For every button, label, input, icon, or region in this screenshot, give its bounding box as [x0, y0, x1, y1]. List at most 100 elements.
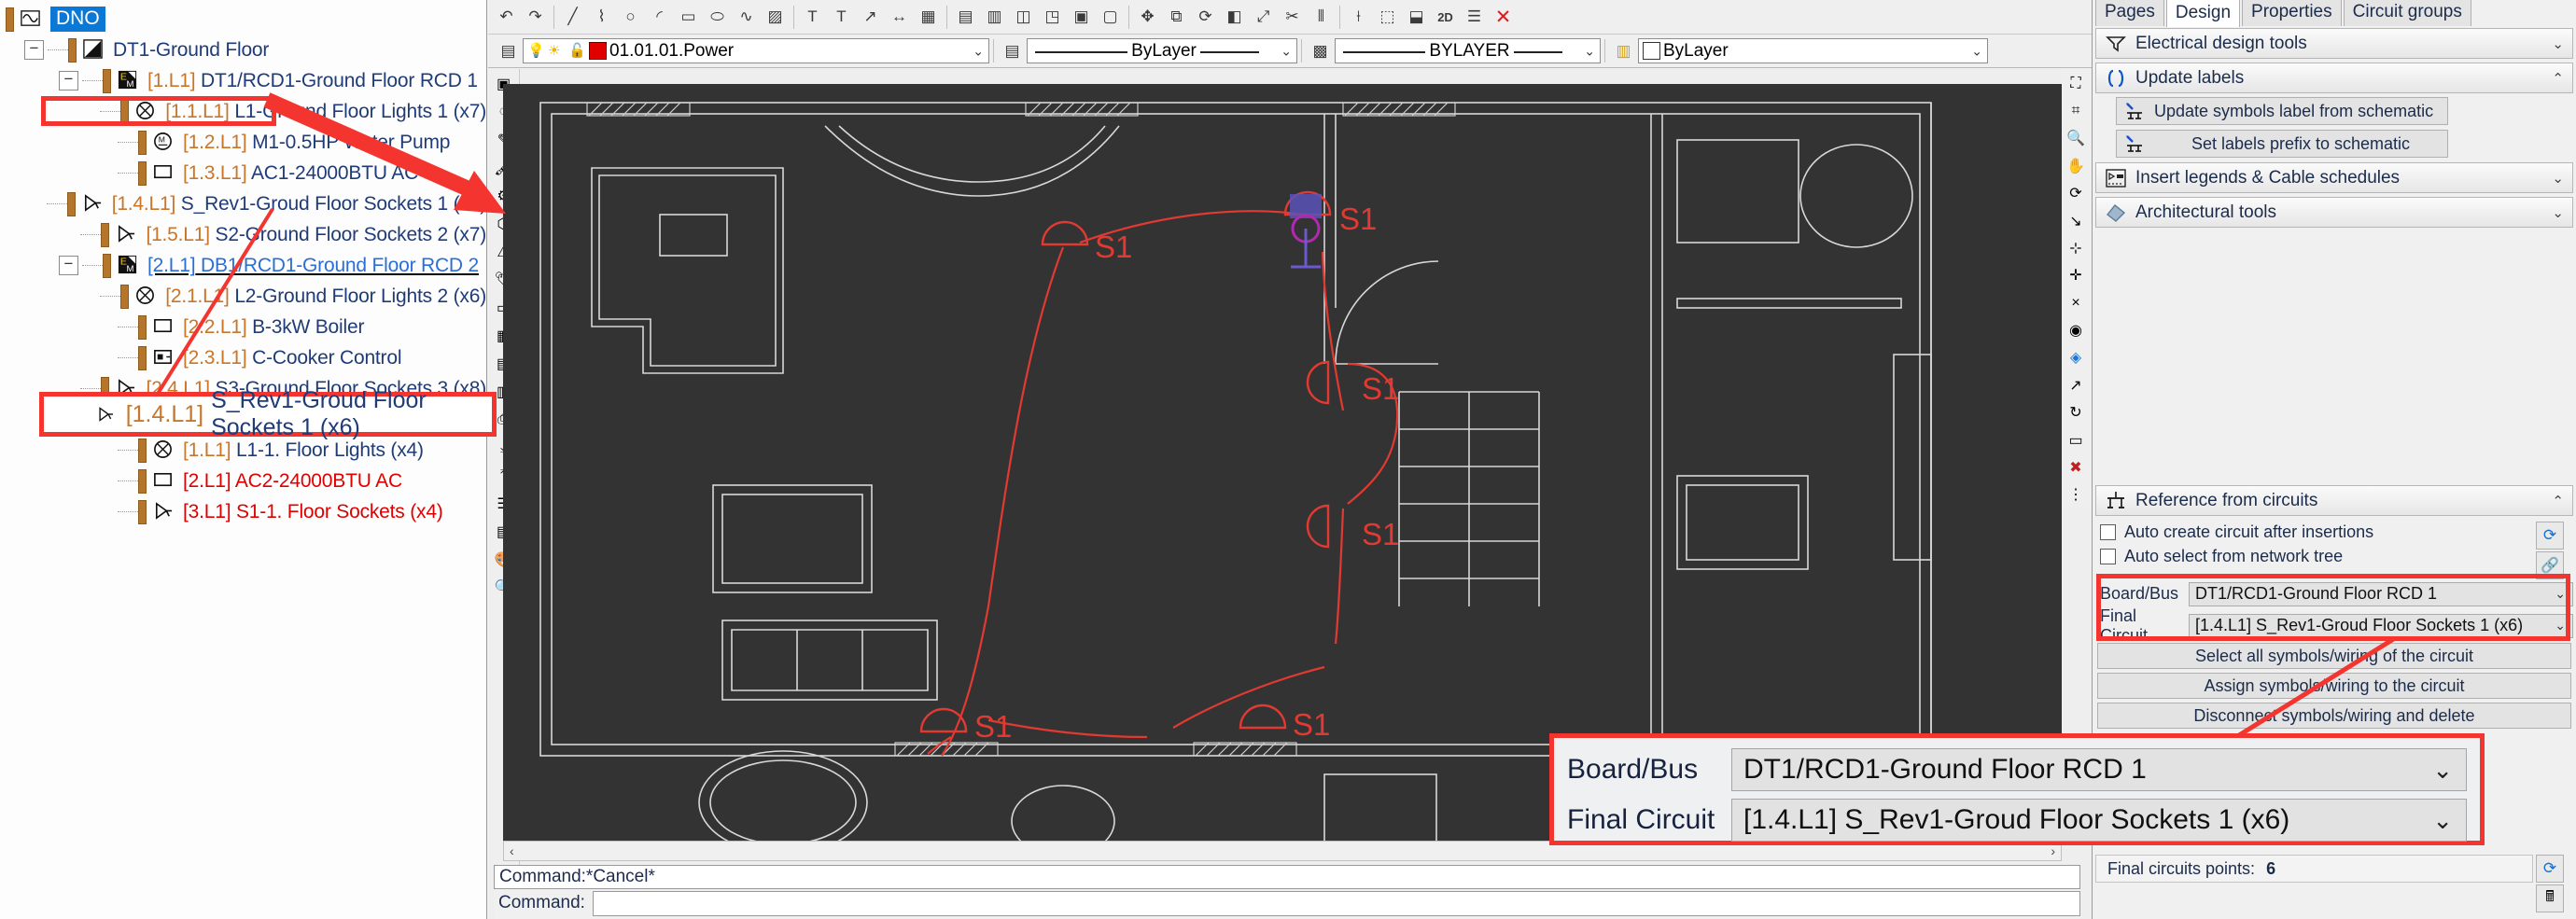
section-electrical-design-tools[interactable]: Electrical design tools ⌄ [2095, 28, 2573, 59]
undo-icon[interactable]: ↶ [492, 3, 521, 32]
section-update-labels[interactable]: Update labels ⌃ [2095, 63, 2573, 93]
zoom-in-icon[interactable]: 🔍 [2063, 126, 2090, 151]
tab-design[interactable]: Design [2165, 0, 2241, 27]
tree-item--2-1-l1-[interactable]: [2.1.L1] L2-Ground Floor Lights 2 (x6) [0, 281, 486, 312]
auto-create-circuit-row[interactable]: Auto create circuit after insertions [2095, 520, 2536, 544]
command-area[interactable]: Command:*Cancel* Command: [494, 865, 2080, 919]
tree-root-dno[interactable]: DNO [0, 4, 486, 35]
pan-icon[interactable]: ✋ [2063, 153, 2090, 178]
line-icon[interactable]: ╱ [558, 3, 587, 32]
tree-item--1-2-l1-[interactable]: M [1.2.L1] M1-0.5HP Water Pump [0, 127, 486, 158]
spline-icon[interactable]: ∿ [732, 3, 761, 32]
cad-drawing-area[interactable]: ↶ ↷ ╱ ⌇ ○ ◜ ▭ ⬭ ∿ ▨ T T ↗ ↔ ▦ ▤ ▥ ◫ ◳ ▣ … [488, 0, 2092, 919]
final-circuit-row[interactable]: Final Circuit [1.4.L1] S_Rev1-Groud Floo… [2095, 606, 2573, 645]
scale-icon[interactable]: ⤢ [1249, 3, 1278, 32]
tree-item--2-l1-[interactable]: EM [2.L1] DB1/RCD1-Ground Floor RCD 2 [0, 250, 486, 281]
chevron-down-icon[interactable]: ⌄ [2555, 618, 2566, 634]
close-view-icon[interactable]: ✖ [2063, 454, 2090, 480]
lineweight-icon[interactable]: ▩ [1306, 36, 1335, 65]
rotate-icon[interactable]: ⟳ [1191, 3, 1220, 32]
measure-icon[interactable]: ⟊ [1344, 3, 1373, 32]
section-architectural-tools[interactable]: Architectural tools ⌄ [2095, 197, 2573, 228]
regen-icon[interactable]: ↻ [2063, 400, 2090, 425]
final-circuit-combo[interactable]: [1.4.L1] S_Rev1-Groud Floor Sockets 1 (x… [2189, 613, 2573, 638]
hatch-icon[interactable]: ▨ [761, 3, 790, 32]
right-dock-panel[interactable]: Pages Design Properties Circuit groups Elec… [2092, 0, 2576, 919]
auto-select-network-checkbox[interactable] [2100, 548, 2116, 564]
cad-toolbar[interactable]: ↶ ↷ ╱ ⌇ ○ ◜ ▭ ⬭ ∿ ▨ T T ↗ ↔ ▦ ▤ ▥ ◫ ◳ ▣ … [488, 0, 2092, 35]
chevron-down-icon[interactable]: ⌄ [1971, 43, 1982, 59]
linetype-combo[interactable]: ByLayer ⌄ [1027, 38, 1297, 63]
board-bus-row[interactable]: Board/Bus DT1/RCD1-Ground Floor RCD 1 ⌄ [2095, 579, 2573, 608]
rectangle-icon[interactable]: ▭ [674, 3, 703, 32]
tree-item-dt1-ground-floor[interactable]: DT1-Ground Floor [0, 35, 486, 65]
board-bus-combo[interactable]: DT1/RCD1-Ground Floor RCD 1 ⌄ [2189, 581, 2573, 606]
right-vertical-toolbar[interactable]: ⛶ ⌗ 🔍 ✋ ⟳ ↘ ⊹ ✛ × ◉ ◈ ↗ ↻ ▭ ✖ ⋮ [2060, 69, 2092, 508]
tree-item--3-l1-[interactable]: [3.L1] S1-1. Floor Sockets (x4) [0, 496, 486, 527]
right-panel-tabs[interactable]: Pages Design Properties Circuit groups [2093, 0, 2576, 27]
sun-icon[interactable]: ☀ [548, 42, 566, 60]
auto-create-circuit-checkbox[interactable] [2100, 523, 2116, 540]
lineweight-combo[interactable]: BYLAYER ⌄ [1335, 38, 1601, 63]
chevron-up-icon[interactable]: ⌃ [2552, 493, 2564, 509]
tree-item--1-1-l1-[interactable]: [1.1.L1] L1-Ground Floor Lights 1 (x7) [0, 96, 486, 127]
chevron-up-icon[interactable]: ⌃ [2552, 70, 2564, 87]
rotate-view-icon[interactable]: ⟳ [2063, 181, 2090, 206]
delete-icon[interactable]: ✕ [1489, 3, 1518, 32]
dimension-icon[interactable]: ↔ [885, 3, 914, 32]
tab-properties[interactable]: Properties [2242, 0, 2342, 26]
refresh-icon[interactable]: ⟳ [2536, 522, 2564, 550]
layer-combo[interactable]: 💡 ☀ 🔓 01.01.01.Power ⌄ [523, 38, 989, 63]
insert-block-icon[interactable]: ◳ [1038, 3, 1067, 32]
tree-item--1-l1-[interactable]: EM [1.L1] DT1/RCD1-Ground Floor RCD 1 [0, 65, 486, 96]
tree-expander[interactable] [59, 256, 78, 275]
redo-icon[interactable]: ↷ [521, 3, 550, 32]
leader-icon[interactable]: ↗ [856, 3, 885, 32]
tree-expander[interactable] [59, 71, 78, 91]
chevron-down-icon[interactable]: ⌄ [2555, 586, 2566, 602]
ortho-icon[interactable]: ✛ [2063, 263, 2090, 288]
move-icon[interactable]: ✥ [1133, 3, 1162, 32]
select-all-symbols-button[interactable]: Select all symbols/wiring of the circuit [2097, 643, 2571, 669]
polyline-icon[interactable]: ⌇ [587, 3, 616, 32]
tab-circuit-groups[interactable]: Circuit groups [2343, 0, 2471, 26]
tree-item--1-l1-[interactable]: [1.L1] L1-1. Floor Lights (x4) [0, 435, 486, 466]
chevron-down-icon[interactable]: ⌄ [973, 43, 984, 59]
scroll-left-arrow[interactable]: ‹ [504, 843, 514, 858]
drawing-canvas[interactable]: S1 S1 S1 S1 S1 S1 [503, 84, 2062, 858]
trim-icon[interactable]: ✂ [1278, 3, 1307, 32]
tree-item--1-4-l1-[interactable]: [1.4.L1] S_Rev1-Groud Floor Sockets 1 (x… [0, 188, 486, 219]
mtext-icon[interactable]: T [827, 3, 856, 32]
layer-property-bar[interactable]: ▤ 💡 ☀ 🔓 01.01.01.Power ⌄ ▤ ByLayer ⌄ ▩ B… [488, 35, 2092, 68]
layers-icon[interactable]: ▤ [951, 3, 980, 32]
mirror-icon[interactable]: ◧ [1220, 3, 1249, 32]
zoom-window-icon[interactable]: ⌗ [2063, 98, 2090, 123]
tree-item--1-5-l1-[interactable]: [1.5.L1] S2-Ground Floor Sockets 2 (x7) [0, 219, 486, 250]
zoom-extents-icon[interactable]: ⛶ [2063, 71, 2090, 96]
command-input[interactable] [592, 890, 2080, 916]
twod-icon[interactable]: 2D [1431, 3, 1460, 32]
table-icon[interactable]: ▦ [914, 3, 943, 32]
arc-icon[interactable]: ◜ [645, 3, 674, 32]
scroll-right-arrow[interactable]: › [2051, 843, 2061, 858]
measure-dist-icon[interactable]: ↘ [2063, 208, 2090, 233]
color-icon[interactable]: ▥ [1609, 36, 1638, 65]
chevron-down-icon[interactable]: ⌄ [2552, 35, 2564, 52]
properties-icon[interactable]: ☰ [1460, 3, 1489, 32]
update-symbols-label-button[interactable]: Update symbols label from schematic [2116, 97, 2448, 125]
xref-icon[interactable]: ▢ [1096, 3, 1125, 32]
link-icon[interactable]: 🔗 [2536, 551, 2564, 579]
lightbulb-icon[interactable]: 💡 [527, 42, 545, 60]
lock-icon[interactable]: 🔓 [568, 42, 586, 60]
color-combo[interactable]: ByLayer ⌄ [1638, 38, 1988, 63]
calculator-icon[interactable]: 🖩 [2536, 884, 2564, 912]
chevron-down-icon[interactable]: ⌄ [1281, 43, 1292, 59]
network-tree-panel[interactable]: DNO DT1-Ground Floor EM [1.L1] DT1/RCD1-Gro… [0, 0, 487, 919]
extend-icon[interactable]: ↗ [2063, 372, 2090, 397]
tab-pages[interactable]: Pages [2095, 0, 2164, 26]
set-labels-prefix-button[interactable]: Set labels prefix to schematic [2116, 130, 2448, 158]
tree-expander[interactable] [59, 410, 78, 429]
osnap-icon[interactable]: × [2063, 290, 2090, 315]
snap-icon[interactable]: ⊹ [2063, 235, 2090, 260]
layer-manager-icon[interactable]: ▤ [494, 36, 523, 65]
